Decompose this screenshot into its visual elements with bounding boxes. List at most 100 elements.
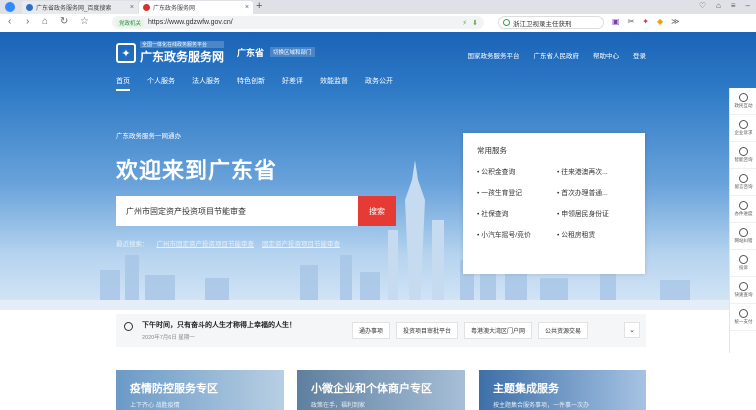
new-tab-button[interactable]: + bbox=[256, 0, 262, 12]
service-link[interactable]: 小汽车摇号/竞价 bbox=[477, 229, 557, 239]
sidebar-item-quick-query[interactable]: 快速查询 bbox=[730, 277, 756, 304]
sidebar-item-interaction[interactable]: 政民互动 bbox=[730, 88, 756, 115]
sidebar-item-smart-consult[interactable]: 智能咨询 bbox=[730, 142, 756, 169]
search-engine-icon bbox=[503, 19, 510, 26]
minimize-icon[interactable]: – bbox=[746, 1, 750, 10]
forward-icon[interactable]: › bbox=[26, 16, 29, 27]
current-date: 2020年7月6日 星期一 bbox=[142, 335, 195, 341]
sidebar-item-error-report[interactable]: 网站纠错 bbox=[730, 223, 756, 250]
card-small-business[interactable]: 小微企业和个体商户专区 政策在手，福利到家 bbox=[297, 370, 465, 410]
home-icon[interactable]: ⌂ bbox=[42, 16, 48, 27]
nav-home[interactable]: 首页 bbox=[116, 76, 130, 91]
service-link[interactable]: 公租房租赁 bbox=[557, 229, 637, 239]
message-icon bbox=[739, 174, 748, 183]
quick-link-tongban[interactable]: 通办事项 bbox=[352, 322, 391, 339]
search-hint: 浙江卫视录主任获刑 bbox=[513, 20, 572, 28]
clock-icon bbox=[124, 322, 133, 331]
tab-label: 广东政务服务网 bbox=[153, 6, 196, 12]
site-logo[interactable]: ✦ 全国一体化在线政务服务平台 广东政务服务网 bbox=[116, 41, 225, 65]
link-help[interactable]: 帮助中心 bbox=[593, 50, 619, 60]
game-icon[interactable]: ✦ bbox=[642, 17, 649, 26]
building-icon bbox=[739, 120, 748, 129]
menu-icon[interactable]: ≡ bbox=[731, 1, 736, 10]
more-icon[interactable]: ≫ bbox=[671, 17, 679, 26]
tab-gdzwfw[interactable]: 广东政务服务网 × bbox=[139, 1, 253, 14]
service-link[interactable]: 社保查询 bbox=[477, 208, 557, 218]
close-tab-icon[interactable]: × bbox=[245, 4, 249, 11]
nav-legal[interactable]: 法人服务 bbox=[192, 76, 220, 91]
sidebar-label: 快速查询 bbox=[734, 292, 753, 297]
notice-strip: 下午时间，只有奋斗的人生才称得上幸福的人生！ 2020年7月6日 星期一 通办事… bbox=[116, 314, 646, 347]
quick-link-investment[interactable]: 投资项目审批平台 bbox=[396, 322, 459, 339]
lightning-icon[interactable]: ⚡ bbox=[462, 19, 467, 27]
recent-search-link[interactable]: 广州市固定资产投资项目节能审查 bbox=[157, 238, 255, 248]
service-link[interactable]: 申领居民身份证 bbox=[557, 208, 637, 218]
nav-supervision[interactable]: 效能监督 bbox=[320, 76, 348, 91]
sidebar-item-message[interactable]: 留言咨询 bbox=[730, 169, 756, 196]
card-subtitle: 政策在手，福利到家 bbox=[311, 403, 366, 409]
sidebar-label: 智能咨询 bbox=[734, 157, 753, 162]
sidebar-item-enterprise[interactable]: 企业诉求 bbox=[730, 115, 756, 142]
card-epidemic[interactable]: 疫情防控服务专区 上下齐心 战胜疫情 bbox=[116, 370, 284, 410]
chat-icon bbox=[739, 93, 748, 102]
site-favicon-icon bbox=[143, 4, 150, 11]
sidebar-label: 留言咨询 bbox=[734, 184, 753, 189]
sidebar-item-progress[interactable]: 办件进度 bbox=[730, 196, 756, 223]
common-services-panel: 常用服务 公积金查询 往来港澳再次... 一孩生育登记 首次办理普通... 社保… bbox=[463, 133, 645, 274]
recent-searches-label: 最近搜索： bbox=[116, 241, 149, 248]
nav-rating[interactable]: 好差评 bbox=[282, 76, 303, 91]
tab-label: 广东省政务服务网_百度搜索 bbox=[36, 6, 112, 12]
card-integrated-services[interactable]: 主题集成服务 按主题集合服务事项，一件事一次办 bbox=[479, 370, 646, 410]
refresh-icon[interactable]: ↻ bbox=[60, 16, 68, 27]
window-controls: ♡ ⌂ ≡ – bbox=[699, 1, 750, 10]
service-link[interactable]: 公积金查询 bbox=[477, 166, 557, 176]
hero-title: 欢迎来到广东省 bbox=[116, 158, 278, 183]
browser-logo-icon bbox=[5, 2, 15, 12]
gift-icon[interactable]: ♡ bbox=[699, 1, 706, 10]
service-link[interactable]: 一孩生育登记 bbox=[477, 187, 557, 197]
favorites-icon[interactable]: ☆ bbox=[80, 16, 89, 27]
link-provincial-gov[interactable]: 广东省人民政府 bbox=[534, 50, 580, 60]
site-search-input[interactable] bbox=[124, 205, 348, 217]
tools-icon[interactable]: ✂ bbox=[628, 17, 635, 26]
download-icon[interactable]: ⬇ bbox=[472, 19, 478, 27]
sidebar-item-payment[interactable]: 统一支付 bbox=[730, 304, 756, 331]
switch-region-button[interactable]: 切换区域和部门 bbox=[270, 47, 315, 57]
link-login[interactable]: 登录 bbox=[633, 50, 646, 60]
back-icon[interactable]: ‹ bbox=[8, 16, 11, 27]
logo-title: 广东政务服务网 bbox=[140, 50, 225, 64]
nav-personal[interactable]: 个人服务 bbox=[147, 76, 175, 91]
tab-baidu-search[interactable]: 广东省政务服务网_百度搜索 × bbox=[22, 1, 138, 14]
nav-open-affairs[interactable]: 政务公开 bbox=[365, 76, 393, 91]
close-tab-icon[interactable]: × bbox=[130, 4, 134, 11]
url-field[interactable]: 党政机关 https://www.gdzwfw.gov.cn/ ⚡ ⬇ bbox=[112, 16, 484, 29]
service-link[interactable]: 往来港澳再次... bbox=[557, 166, 637, 176]
quick-links: 通办事项 投资项目审批平台 粤港澳大湾区门户网 公共资源交易 bbox=[352, 322, 589, 339]
common-services-title: 常用服务 bbox=[477, 146, 507, 155]
sidebar-label: 办件进度 bbox=[734, 211, 753, 216]
edit-icon bbox=[739, 228, 748, 237]
sidebar-label: 网站纠错 bbox=[734, 238, 753, 243]
right-float-sidebar: 政民互动 企业诉求 智能咨询 留言咨询 办件进度 网站纠错 投诉 快速查询 统一… bbox=[729, 88, 756, 353]
link-national-platform[interactable]: 国家政务服务平台 bbox=[468, 50, 520, 60]
service-link[interactable]: 首次办理普通... bbox=[557, 187, 637, 197]
extension-1-icon[interactable]: ▣ bbox=[612, 17, 620, 26]
browser-search-box[interactable]: 浙江卫视录主任获刑 bbox=[498, 16, 604, 29]
sidebar-item-complaint[interactable]: 投诉 bbox=[730, 250, 756, 277]
shirt-icon[interactable]: ⌂ bbox=[716, 1, 721, 10]
sidebar-label: 统一支付 bbox=[734, 319, 753, 324]
nav-innovation[interactable]: 特色创新 bbox=[237, 76, 265, 91]
expand-more-button[interactable]: ⌄ bbox=[624, 322, 640, 338]
quick-link-greater-bay[interactable]: 粤港澳大湾区门户网 bbox=[464, 322, 533, 339]
card-title: 疫情防控服务专区 bbox=[130, 383, 218, 395]
quick-link-public-resources[interactable]: 公共资源交易 bbox=[538, 322, 589, 339]
recent-search-link[interactable]: 固定资产投资项目节能审查 bbox=[262, 238, 340, 248]
address-bar-row: ‹ › ⌂ ↻ ☆ 党政机关 https://www.gdzwfw.gov.cn… bbox=[0, 14, 756, 33]
card-title: 小微企业和个体商户专区 bbox=[311, 383, 432, 395]
sidebar-label: 政民互动 bbox=[734, 103, 753, 108]
card-subtitle: 按主题集合服务事项，一件事一次办 bbox=[493, 403, 590, 409]
extension-2-icon[interactable]: ◆ bbox=[657, 17, 663, 26]
sidebar-label: 投诉 bbox=[739, 265, 748, 270]
headset-icon bbox=[739, 147, 748, 156]
site-search-button[interactable]: 搜索 bbox=[358, 196, 396, 226]
